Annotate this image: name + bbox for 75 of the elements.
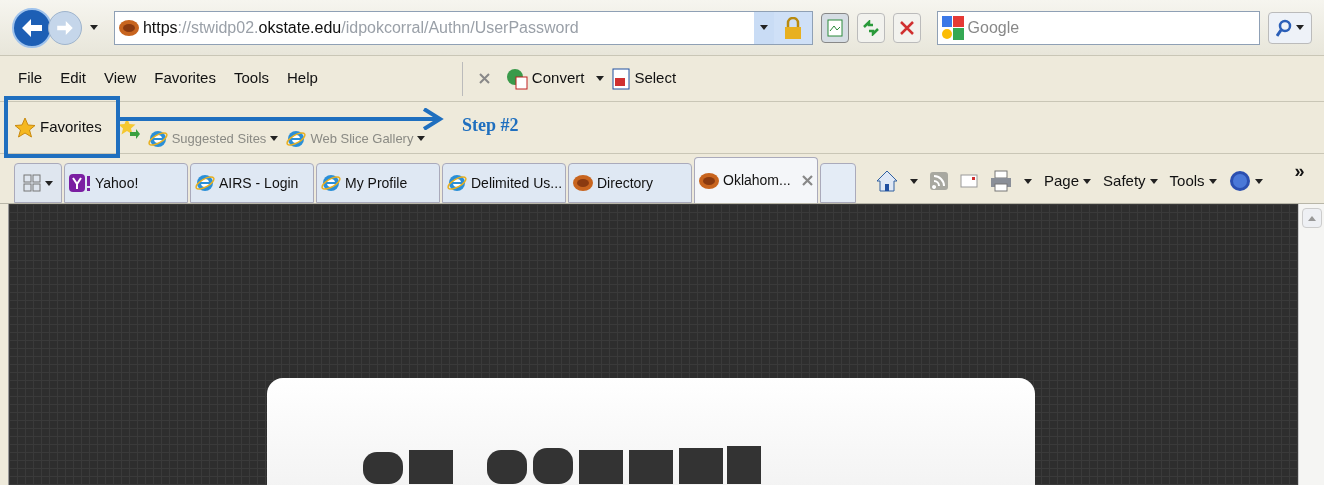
globe-e-icon xyxy=(195,173,215,193)
forward-button[interactable] xyxy=(47,10,82,45)
caret-icon xyxy=(1296,25,1305,30)
padlock-icon xyxy=(784,16,801,39)
menu-item[interactable]: Edit xyxy=(60,67,87,90)
caret-icon xyxy=(417,136,426,141)
menu-item[interactable]: File xyxy=(18,67,43,90)
browser-tab[interactable]: Delimited Us... xyxy=(442,163,566,203)
browser-tab[interactable]: Yahoo! xyxy=(64,163,188,203)
scroll-up-button[interactable] xyxy=(1301,208,1322,228)
step-label: Step #2 xyxy=(462,114,519,137)
favorites-button[interactable]: Favorites xyxy=(10,116,106,139)
google-logo-icon xyxy=(941,15,964,40)
right-arrow-icon xyxy=(56,20,73,35)
grid-icon xyxy=(23,174,41,192)
search-input[interactable]: Google xyxy=(967,15,1256,40)
new-tab-button[interactable] xyxy=(820,163,856,203)
caret-icon xyxy=(89,25,98,30)
close-icon xyxy=(478,73,490,84)
search-button[interactable] xyxy=(1268,11,1312,44)
y-logo-icon xyxy=(69,174,91,192)
globe-e-icon xyxy=(286,128,307,149)
command-menu[interactable]: Page xyxy=(1044,169,1092,193)
envelope-icon xyxy=(960,174,978,188)
address-field[interactable]: https://stwidp02.okstate.edu/idpokcorral/Authn/UserPassword xyxy=(113,10,813,45)
back-button[interactable] xyxy=(12,7,52,48)
caret-icon xyxy=(270,136,279,141)
command-menu[interactable]: Safety xyxy=(1103,169,1158,193)
menu-item[interactable]: View xyxy=(104,67,137,90)
cowboy-logo-icon xyxy=(699,171,719,190)
browser-tab[interactable]: Directory xyxy=(568,163,692,203)
dropdown-button[interactable] xyxy=(753,11,774,44)
printer-icon xyxy=(990,170,1012,192)
caret-icon xyxy=(1149,178,1158,184)
up-caret-icon xyxy=(1307,215,1316,221)
search-icon xyxy=(1276,18,1293,37)
convert-button[interactable]: Convert xyxy=(505,67,585,90)
refresh-button[interactable] xyxy=(856,12,885,43)
stop-button[interactable] xyxy=(892,12,921,43)
globe-e-icon xyxy=(321,173,341,193)
close-icon xyxy=(802,175,813,186)
cowboy-logo-icon xyxy=(573,174,593,192)
star-icon xyxy=(14,116,36,139)
caret-icon xyxy=(1254,178,1263,184)
command-menu[interactable]: Tools xyxy=(1169,169,1217,193)
document-icon xyxy=(612,67,631,90)
caret-icon xyxy=(910,178,918,184)
url-text: https://stwidp02.okstate.edu/idpokcorral/Authn/UserPassword xyxy=(142,17,579,38)
cowboy-logo-icon xyxy=(118,18,139,37)
compatibility-button[interactable] xyxy=(820,12,849,43)
feed-icon xyxy=(930,172,948,190)
select-button[interactable]: Select xyxy=(612,67,677,90)
menu-item[interactable]: Help xyxy=(287,67,318,90)
globe-e-icon xyxy=(447,173,467,193)
close-icon xyxy=(899,20,914,35)
refresh-arrows-icon xyxy=(861,19,880,36)
caret-icon xyxy=(1024,178,1032,184)
search-field[interactable]: Google xyxy=(936,10,1261,45)
menu-item[interactable]: Tools xyxy=(233,67,269,90)
globe-e-icon xyxy=(147,128,168,149)
caret-icon xyxy=(759,25,768,30)
caret-icon xyxy=(596,76,605,81)
home-icon xyxy=(876,170,898,192)
caret-icon xyxy=(1208,178,1217,184)
quick-tabs-button[interactable] xyxy=(14,163,62,203)
caret-icon xyxy=(45,180,53,186)
help-button[interactable] xyxy=(1228,170,1263,192)
browser-tab[interactable]: My Profile xyxy=(316,163,440,203)
overflow-button[interactable]: » xyxy=(1294,157,1305,185)
caret-icon xyxy=(1083,178,1092,184)
browser-tab[interactable]: AIRS - Login xyxy=(190,163,314,203)
browser-tab[interactable]: Oklahom... xyxy=(694,157,818,203)
left-arrow-icon xyxy=(21,18,42,37)
menu-item[interactable]: Favorites xyxy=(154,67,216,90)
globe-document-icon xyxy=(505,67,528,90)
